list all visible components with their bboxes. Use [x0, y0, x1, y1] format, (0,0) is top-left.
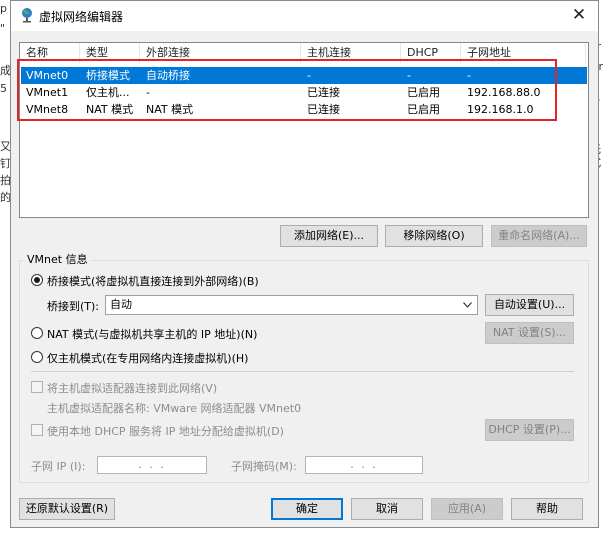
bridged-label[interactable]: 桥接模式(将虚拟机直接连接到外部网络)(B) [47, 273, 259, 289]
subnet-ip-input[interactable]: . . . [97, 456, 207, 474]
dhcp-label: 使用本地 DHCP 服务将 IP 地址分配给虚拟机(D) [47, 425, 284, 438]
virtual-network-editor-dialog: 虚拟网络编辑器 ✕ 名称 类型 外部连接 主机连接 DHCP 子网地址 VMne… [10, 0, 599, 528]
help-button[interactable]: 帮助 [511, 498, 583, 520]
cancel-button[interactable]: 取消 [351, 498, 423, 520]
adapter-name-label: 主机虚拟适配器名称: VMware 网络适配器 VMnet0 [47, 402, 302, 415]
ok-button[interactable]: 确定 [271, 498, 343, 520]
bridge-to-value: 自动 [110, 298, 132, 311]
network-globe-icon [22, 8, 32, 23]
dhcp-checkbox[interactable] [31, 424, 43, 436]
auto-settings-button[interactable]: 自动设置(U)... [485, 294, 574, 316]
background-text: p [0, 2, 7, 15]
bridge-to-select[interactable]: 自动 [105, 295, 478, 315]
dhcp-settings-button[interactable]: DHCP 设置(P)... [485, 419, 574, 441]
divider [31, 371, 574, 372]
remove-network-button[interactable]: 移除网络(O) [385, 225, 483, 247]
subnet-mask-input[interactable]: . . . [305, 456, 423, 474]
title-bar: 虚拟网络编辑器 ✕ [11, 1, 598, 31]
subnet-ip-label: 子网 IP (I): [31, 460, 86, 473]
close-icon[interactable]: ✕ [566, 4, 592, 26]
apply-button[interactable]: 应用(A) [431, 498, 503, 520]
window-title: 虚拟网络编辑器 [39, 10, 124, 24]
chevron-down-icon [463, 302, 472, 308]
background-text: 5 [0, 82, 7, 95]
background-text: " [0, 22, 6, 35]
rename-network-button[interactable]: 重命名网络(A)... [491, 225, 587, 247]
connect-adapter-label: 将主机虚拟适配器连接到此网络(V) [47, 382, 218, 395]
vmnet-info-title: VMnet 信息 [23, 251, 92, 267]
nat-settings-button[interactable]: NAT 设置(S)... [485, 322, 574, 344]
highlight-box [17, 59, 557, 121]
bridge-to-label: 桥接到(T): [47, 300, 100, 313]
connect-adapter-checkbox[interactable] [31, 381, 43, 393]
bridged-radio[interactable] [31, 274, 43, 286]
restore-defaults-button[interactable]: 还原默认设置(R) [19, 498, 115, 520]
host-only-radio[interactable] [31, 351, 43, 363]
host-only-label[interactable]: 仅主机模式(在专用网络内连接虚拟机)(H) [47, 350, 248, 366]
subnet-mask-label: 子网掩码(M): [231, 460, 297, 473]
nat-label[interactable]: NAT 模式(与虚拟机共享主机的 IP 地址)(N) [47, 326, 257, 342]
nat-radio[interactable] [31, 327, 43, 339]
add-network-button[interactable]: 添加网络(E)... [280, 225, 378, 247]
